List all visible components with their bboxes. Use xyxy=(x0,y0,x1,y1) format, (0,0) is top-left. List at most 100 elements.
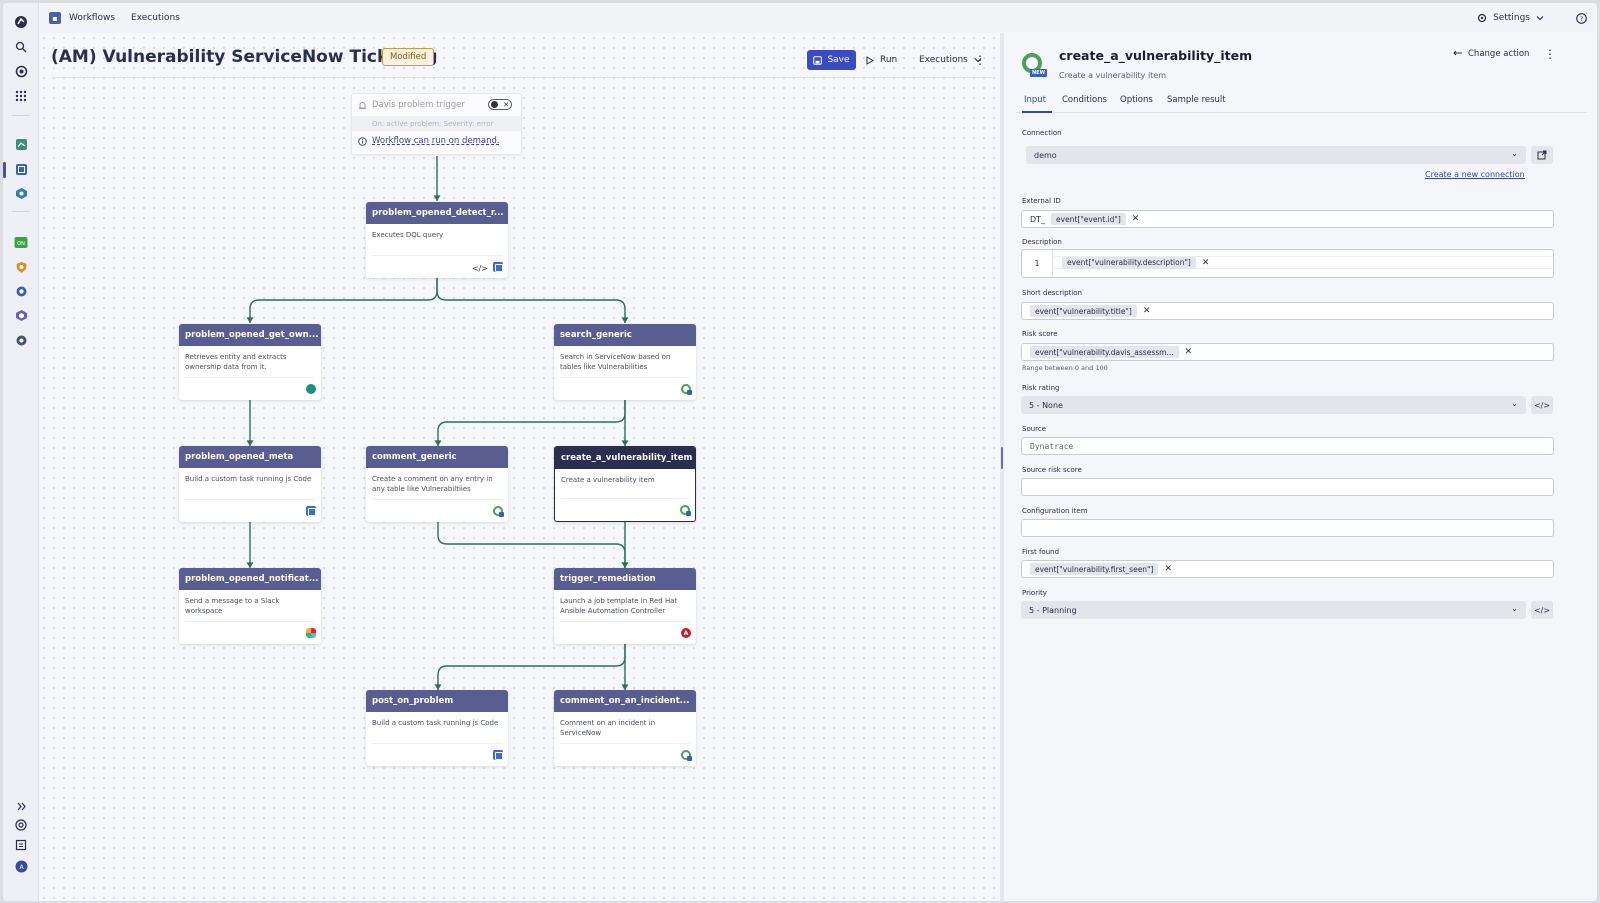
priority-select[interactable]: 5 - Planning ⌄ xyxy=(1021,601,1526,619)
task-details-panel: NEW create_a_vulnerability_item Create a… xyxy=(1004,33,1597,901)
change-action-label: Change action xyxy=(1468,49,1530,59)
short-description-label: Short description xyxy=(1022,289,1082,297)
priority-label: Priority xyxy=(1022,589,1047,597)
task-description: Retrieves entity and extracts ownership … xyxy=(185,353,287,371)
dynatrace-logo-icon[interactable] xyxy=(12,13,30,31)
settings-app-icon[interactable] xyxy=(12,331,30,349)
configuration-item-field[interactable] xyxy=(1021,519,1554,537)
chevron-down-icon xyxy=(1536,16,1544,21)
tab-sample-result[interactable]: Sample result xyxy=(1167,95,1226,105)
servicenow-icon xyxy=(681,384,692,395)
task-node[interactable]: problem_opened_get_own... Retrieves enti… xyxy=(179,324,321,400)
expression-chip[interactable]: event["event.id"] xyxy=(1051,213,1126,225)
remove-chip-icon[interactable]: ✕ xyxy=(1132,214,1140,224)
services-app-icon[interactable] xyxy=(12,282,30,300)
task-title: problem_opened_meta xyxy=(179,446,321,468)
security-app-icon[interactable] xyxy=(12,258,30,276)
remove-chip-icon[interactable]: ✕ xyxy=(1143,306,1151,316)
risk-score-help: Range between 0 and 100 xyxy=(1022,364,1108,372)
source-field[interactable]: Dynatrace xyxy=(1021,437,1554,455)
task-description: Create a comment on any entry in any tab… xyxy=(372,475,493,493)
task-node[interactable]: problem_opened_detect_r... Executes DQL … xyxy=(366,202,508,278)
task-node[interactable]: comment_on_an_incident... Comment on an … xyxy=(554,690,696,766)
logs-app-icon[interactable]: ON xyxy=(12,233,30,251)
task-title: trigger_remediation xyxy=(554,568,696,590)
task-title: post_on_problem xyxy=(366,690,508,712)
chevron-down-icon: ⌄ xyxy=(1511,399,1518,408)
task-title: problem_opened_notificat... xyxy=(179,568,321,590)
risk-score-label: Risk score xyxy=(1022,330,1058,338)
source-risk-score-field[interactable] xyxy=(1021,478,1554,496)
description-editor[interactable]: 1 event["vulnerability.description"] ✕ xyxy=(1021,249,1554,278)
task-description: Build a custom task running js Code xyxy=(372,719,499,727)
task-description: Build a custom task running js Code xyxy=(185,475,312,483)
gear-icon xyxy=(1477,13,1487,23)
new-badge: NEW xyxy=(1030,69,1048,77)
task-name[interactable]: create_a_vulnerability_item xyxy=(1059,48,1252,63)
create-connection-link[interactable]: Create a new connection xyxy=(1425,170,1525,179)
run-on-demand-link[interactable]: Workflow can run on demand. xyxy=(372,136,500,146)
nav-workflows[interactable]: Workflows xyxy=(69,13,115,23)
task-node[interactable]: problem_opened_meta Build a custom task … xyxy=(179,446,321,522)
support-icon[interactable] xyxy=(12,816,30,834)
trigger-toggle[interactable]: ✕ xyxy=(488,99,512,110)
kubernetes-app-icon[interactable] xyxy=(12,306,30,324)
search-icon[interactable] xyxy=(12,38,30,56)
expression-chip[interactable]: event["vulnerability.description"] xyxy=(1062,256,1196,269)
task-node[interactable]: trigger_remediation Launch a job templat… xyxy=(554,568,696,644)
remove-chip-icon[interactable]: ✕ xyxy=(1164,564,1172,574)
workflow-canvas[interactable]: (AM) Vulnerability ServiceNow Ticketing … xyxy=(39,33,1000,901)
panel-more-button[interactable]: ⋮ xyxy=(1544,47,1556,61)
edge-comment-remediation xyxy=(437,522,629,568)
trigger-node[interactable]: Davis problem trigger ✕ On: active probl… xyxy=(351,93,522,155)
info-icon xyxy=(358,136,367,146)
task-node[interactable]: comment_generic Create a comment on any … xyxy=(366,446,508,522)
expression-chip[interactable]: event["vulnerability.davis_assessm... xyxy=(1030,346,1179,358)
change-action-button[interactable]: Change action xyxy=(1453,49,1529,59)
task-description: Launch a job template in Red Hat Ansible… xyxy=(560,597,678,615)
servicenow-icon xyxy=(680,505,691,516)
panel-tabs: Input Conditions Options Sample result xyxy=(1016,93,1587,113)
whats-new-icon[interactable] xyxy=(12,836,30,854)
task-node[interactable]: search_generic Search in ServiceNow base… xyxy=(554,324,696,400)
risk-rating-select[interactable]: 5 - None ⌄ xyxy=(1021,396,1526,414)
short-description-field[interactable]: event["vulnerability.title"] ✕ xyxy=(1021,302,1554,320)
edge-detect-search xyxy=(436,278,629,323)
first-found-field[interactable]: event["vulnerability.first_seen"] ✕ xyxy=(1021,560,1554,578)
infrastructure-app-icon[interactable] xyxy=(12,184,30,202)
tab-options[interactable]: Options xyxy=(1120,95,1153,105)
remove-chip-icon[interactable]: ✕ xyxy=(1202,258,1210,268)
task-title: comment_on_an_incident... xyxy=(554,690,696,712)
risk-rating-expression-toggle[interactable]: </> xyxy=(1531,396,1553,414)
expression-chip[interactable]: event["vulnerability.first_seen"] xyxy=(1030,563,1159,575)
dashboards-app-icon[interactable] xyxy=(12,135,30,153)
open-connection-button[interactable] xyxy=(1531,146,1553,164)
help-icon[interactable]: ? xyxy=(1576,12,1587,24)
user-avatar-icon[interactable]: A xyxy=(12,857,30,875)
task-node[interactable]: post_on_problem Build a custom task runn… xyxy=(366,690,508,766)
tab-conditions[interactable]: Conditions xyxy=(1062,95,1107,105)
chevron-down-icon: ⌄ xyxy=(1511,604,1518,613)
external-id-field[interactable]: DT_ event["event.id"] ✕ xyxy=(1021,210,1554,228)
task-title: comment_generic xyxy=(366,446,508,468)
risk-score-field[interactable]: event["vulnerability.davis_assessm... ✕ xyxy=(1021,343,1554,361)
dynatrace-icon xyxy=(493,750,503,760)
code-icon: </> xyxy=(471,264,488,273)
workflows-app-icon[interactable] xyxy=(12,160,30,178)
task-node[interactable]: problem_opened_notificat... Send a messa… xyxy=(179,568,321,644)
tab-input[interactable]: Input xyxy=(1024,95,1046,105)
nav-executions[interactable]: Executions xyxy=(131,13,180,23)
settings-menu-button[interactable]: Settings xyxy=(1477,13,1544,23)
trigger-subtitle: On: active problem; Severity: error xyxy=(352,116,521,131)
active-tab-indicator xyxy=(1022,111,1052,113)
task-title: problem_opened_detect_r... xyxy=(366,202,508,224)
external-id-label: External ID xyxy=(1022,197,1061,205)
task-node-selected[interactable]: create_a_vulnerability_item Create a vul… xyxy=(554,446,696,522)
expand-rail-icon[interactable] xyxy=(12,797,30,815)
davis-assistant-icon[interactable] xyxy=(12,62,30,80)
connection-select[interactable]: demo ⌄ xyxy=(1026,146,1526,164)
priority-expression-toggle[interactable]: </> xyxy=(1531,601,1553,619)
apps-grid-icon[interactable] xyxy=(12,87,30,105)
remove-chip-icon[interactable]: ✕ xyxy=(1185,347,1193,357)
expression-chip[interactable]: event["vulnerability.title"] xyxy=(1030,305,1137,317)
